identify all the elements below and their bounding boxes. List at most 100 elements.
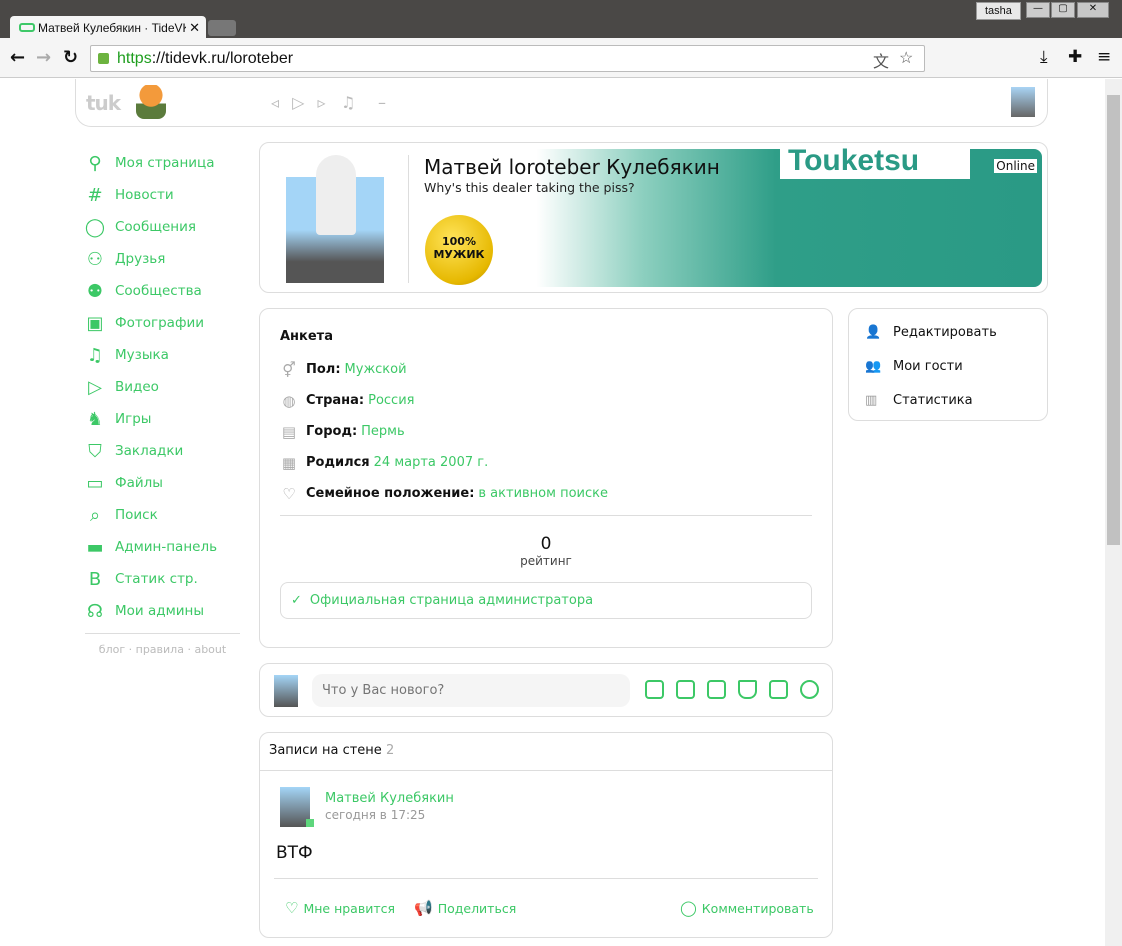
footer-link[interactable]: about: [194, 643, 226, 656]
site-logo[interactable]: tuk: [86, 91, 121, 115]
sidebar-item[interactable]: ⚉ Сообщества: [85, 275, 240, 307]
scrollbar[interactable]: [1105, 79, 1122, 946]
edit-button[interactable]: 👤 Редактировать: [865, 315, 1031, 349]
footer-link[interactable]: правила: [136, 643, 184, 656]
share-label: Поделиться: [437, 900, 517, 916]
menu-icon[interactable]: ≡: [1097, 47, 1111, 67]
browser-toolbar: ← → ↻ https://tidevk.ru/loroteber 文 ☆ ⤓ ✚…: [0, 38, 1122, 78]
close-window-button[interactable]: ✕: [1077, 2, 1109, 18]
back-icon[interactable]: ←: [10, 47, 25, 68]
info-value[interactable]: Мужской: [345, 362, 407, 377]
calendar-icon: ▦: [281, 453, 297, 472]
info-value[interactable]: в активном поиске: [478, 486, 608, 501]
sidebar-item[interactable]: ◯ Сообщения: [85, 211, 240, 243]
sidebar-item[interactable]: ⌕ Поиск: [85, 499, 240, 531]
forward-icon[interactable]: →: [36, 47, 51, 68]
guests-button[interactable]: 👥 Мои гости: [865, 349, 1031, 383]
sidebar-item[interactable]: ☊ Мои админы: [85, 595, 240, 627]
sidebar-item[interactable]: ▣ Фотографии: [85, 307, 240, 339]
download-icon[interactable]: ⤓: [1040, 47, 1048, 67]
sidebar-item[interactable]: ⛉ Закладки: [85, 435, 240, 467]
divider: [408, 155, 409, 283]
file-icon[interactable]: [769, 680, 788, 699]
profile-name: Матвей loroteber Кулебякин: [424, 155, 720, 179]
sidebar-item[interactable]: ♞ Игры: [85, 403, 240, 435]
sidebar-item[interactable]: B Статик стр.: [85, 563, 240, 595]
photo-icon: ▣: [86, 312, 104, 334]
profile-badge: 100% МУЖИК: [425, 215, 493, 285]
globe-icon: ◍: [282, 391, 296, 410]
player-controls[interactable]: ◃ ▷ ▹: [271, 93, 330, 112]
profile-user[interactable]: tasha: [976, 2, 1021, 20]
sidebar-item[interactable]: ⚲ Моя страница: [85, 147, 240, 179]
header-avatar[interactable]: [1011, 87, 1035, 117]
poll-icon[interactable]: [800, 680, 819, 699]
photo-icon[interactable]: [676, 680, 695, 699]
compose-avatar: [274, 675, 298, 707]
music-icon[interactable]: ♫: [341, 93, 359, 112]
info-value[interactable]: 24 марта 2007 г.: [374, 455, 489, 470]
comment-label: Комментировать: [701, 900, 814, 916]
megaphone-icon: 📢: [414, 899, 433, 917]
star-icon[interactable]: ☆: [899, 48, 913, 68]
new-tab-button[interactable]: [208, 20, 236, 36]
sidebar-item[interactable]: ♫ Музыка: [85, 339, 240, 371]
sidebar-item[interactable]: ▬ Админ-панель: [85, 531, 240, 563]
sticker-icon[interactable]: [645, 680, 664, 699]
sidebar-item-label: Музыка: [115, 347, 169, 363]
info-row: ◍ Страна: Россия: [280, 385, 812, 416]
stats-button[interactable]: ▥ Статистика: [865, 383, 1031, 417]
info-value[interactable]: Пермь: [361, 424, 405, 439]
profile-status: Why's this dealer taking the piss?: [424, 180, 635, 195]
sidebar: ⚲ Моя страница # Новости ◯ Сообщения ⚇ Друзья ⚉ С…: [85, 147, 240, 656]
sidebar-item[interactable]: ▭ Файлы: [85, 467, 240, 499]
sidebar-item[interactable]: ⚇ Друзья: [85, 243, 240, 275]
sidebar-item-label: Друзья: [115, 251, 166, 267]
sidebar-item-label: Админ-панель: [115, 539, 218, 555]
action-label: Редактировать: [893, 324, 997, 340]
sidebar-item-label: Новости: [115, 187, 174, 203]
wall-header: Записи на стене 2: [260, 733, 832, 771]
address-bar[interactable]: https://tidevk.ru/loroteber 文 ☆: [90, 45, 925, 72]
share-button[interactable]: 📢 Поделиться: [414, 899, 516, 917]
post-time[interactable]: сегодня в 17:25: [325, 808, 425, 822]
rating-label: рейтинг: [520, 554, 572, 568]
video-icon: ▷: [88, 376, 102, 398]
city-icon: ▤: [281, 422, 297, 441]
music-icon[interactable]: [738, 680, 757, 699]
post-avatar[interactable]: [280, 787, 314, 827]
sidebar-item-label: Видео: [115, 379, 159, 395]
scrollbar-thumb[interactable]: [1107, 95, 1120, 545]
mascot-image: [136, 85, 166, 119]
user-icon: ⚲: [88, 152, 102, 174]
headset-icon: ☊: [87, 600, 103, 622]
info-value[interactable]: Россия: [368, 393, 414, 408]
browser-tab[interactable]: Матвей Кулебякин · TideVK ✕: [10, 16, 206, 40]
gender-icon: ⚥: [282, 360, 296, 379]
banner-text: Touketsu: [780, 143, 970, 179]
info-label: Город:: [306, 424, 358, 439]
extensions-icon[interactable]: ✚: [1068, 47, 1082, 67]
reload-icon[interactable]: ↻: [63, 47, 78, 68]
footer-link[interactable]: блог: [99, 643, 125, 656]
video-icon[interactable]: [707, 680, 726, 699]
compose-input[interactable]: [312, 674, 630, 707]
info-row: ▤ Город: Пермь: [280, 416, 812, 447]
minimize-button[interactable]: —: [1026, 2, 1050, 18]
translate-icon[interactable]: 文: [873, 48, 889, 72]
profile-avatar[interactable]: [286, 155, 384, 283]
url-path: ://tidevk.ru/loroteber: [151, 50, 294, 67]
sidebar-item[interactable]: ▷ Видео: [85, 371, 240, 403]
post-author[interactable]: Матвей Кулебякин: [325, 791, 454, 806]
site-header: tuk ◃ ▷ ▹ ♫ –: [75, 79, 1048, 127]
maximize-button[interactable]: ▢: [1051, 2, 1075, 18]
comment-button[interactable]: ◯ Комментировать: [680, 899, 814, 917]
wall-title: Записи на стене: [269, 743, 382, 758]
close-tab-icon[interactable]: ✕: [186, 20, 200, 36]
sidebar-item[interactable]: # Новости: [85, 179, 240, 211]
like-button[interactable]: ♡ Мне нравится: [285, 899, 395, 917]
heart-icon: ♡: [285, 899, 299, 917]
actions-card: 👤 Редактировать 👥 Мои гости ▥ Статистика: [848, 308, 1048, 421]
rating: 0 рейтинг: [280, 534, 812, 568]
sidebar-item-label: Закладки: [115, 443, 184, 459]
